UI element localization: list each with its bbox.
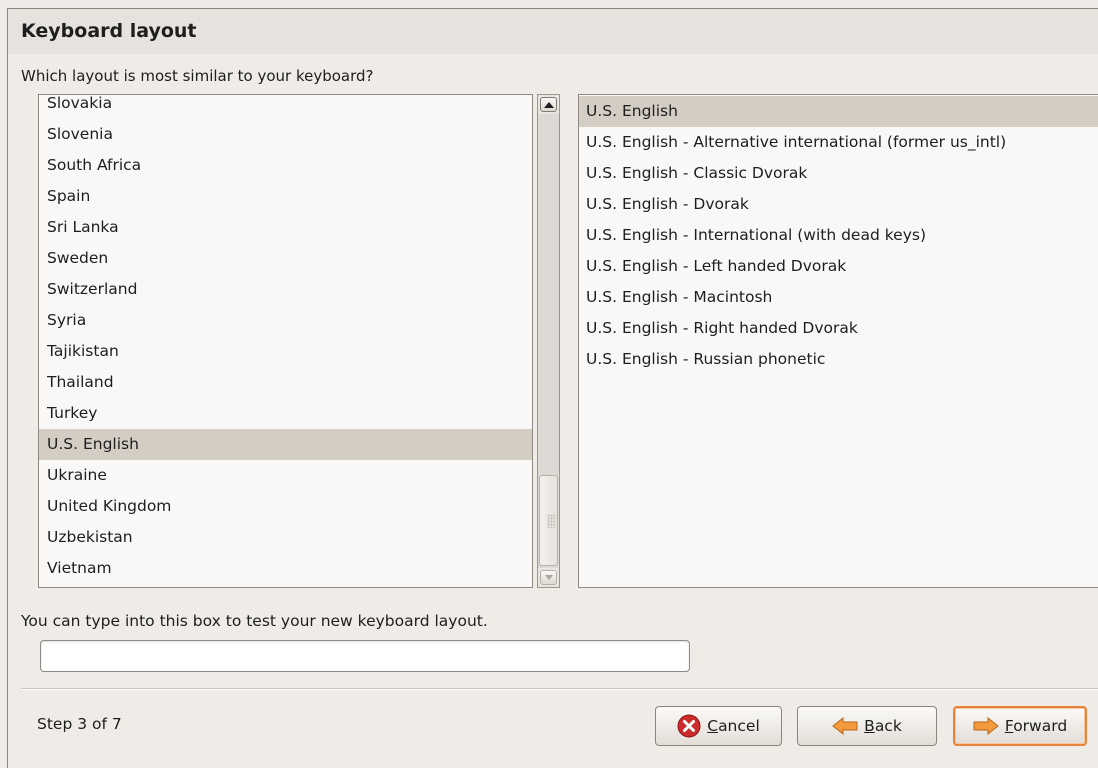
step-indicator: Step 3 of 7: [37, 715, 122, 733]
cancel-label: Cancel: [707, 717, 760, 735]
country-list-item[interactable]: Sri Lanka: [39, 212, 532, 243]
country-list-item[interactable]: Spain: [39, 181, 532, 212]
country-list[interactable]: Slovakia Slovenia South Africa Spain Sri Lan…: [38, 94, 533, 588]
forward-label-rest: orward: [1013, 717, 1068, 735]
variant-list-item[interactable]: U.S. English - Russian phonetic: [579, 344, 1098, 375]
variant-list-item[interactable]: U.S. English - Alternative international…: [579, 127, 1098, 158]
country-list-item[interactable]: South Africa: [39, 150, 532, 181]
country-list-item[interactable]: Vietnam: [39, 553, 532, 584]
grip-icon: [547, 514, 555, 528]
country-list-scrollbar[interactable]: [537, 94, 560, 588]
arrow-right-icon: [973, 716, 999, 736]
separator: [21, 688, 1098, 690]
scroll-down-button[interactable]: [540, 570, 557, 585]
back-label-rest: ack: [874, 717, 902, 735]
page-title: Keyboard layout: [21, 20, 197, 42]
country-list-item[interactable]: U.S. English: [39, 429, 532, 460]
variant-list-item[interactable]: U.S. English - Dvorak: [579, 189, 1098, 220]
scrollbar-thumb[interactable]: [539, 475, 558, 566]
variant-list-item[interactable]: U.S. English - Macintosh: [579, 282, 1098, 313]
variant-list-item[interactable]: U.S. English: [579, 96, 1098, 127]
country-list-item[interactable]: Syria: [39, 305, 532, 336]
cancel-button[interactable]: Cancel: [655, 706, 782, 746]
variant-list-item[interactable]: U.S. English - International (with dead …: [579, 220, 1098, 251]
back-label: Back: [864, 717, 902, 735]
variant-list-item[interactable]: U.S. English - Right handed Dvorak: [579, 313, 1098, 344]
country-list-item[interactable]: Switzerland: [39, 274, 532, 305]
scroll-down-icon: [544, 575, 553, 580]
test-box-label: You can type into this box to test your …: [21, 612, 488, 630]
forward-mnemonic: F: [1004, 717, 1014, 735]
arrow-left-icon: [832, 716, 858, 736]
back-button[interactable]: Back: [797, 706, 937, 746]
forward-label: Forward: [1005, 717, 1067, 735]
scroll-up-button[interactable]: [540, 97, 557, 112]
country-list-item[interactable]: Slovenia: [39, 119, 532, 150]
country-list-item[interactable]: Thailand: [39, 367, 532, 398]
country-list-item[interactable]: Slovakia: [39, 95, 532, 119]
cancel-label-rest: ancel: [718, 717, 760, 735]
country-list-item[interactable]: Tajikistan: [39, 336, 532, 367]
test-input[interactable]: [40, 640, 690, 672]
country-list-item[interactable]: Uzbekistan: [39, 522, 532, 553]
variant-list-item[interactable]: U.S. English - Left handed Dvorak: [579, 251, 1098, 282]
scroll-up-icon: [543, 101, 554, 108]
back-mnemonic: B: [864, 717, 875, 735]
cancel-mnemonic: C: [707, 717, 719, 735]
forward-button[interactable]: Forward: [953, 706, 1087, 746]
country-list-item[interactable]: Turkey: [39, 398, 532, 429]
country-list-item[interactable]: Sweden: [39, 243, 532, 274]
country-list-item[interactable]: United Kingdom: [39, 491, 532, 522]
layout-prompt: Which layout is most similar to your key…: [21, 67, 374, 85]
cancel-icon: [677, 714, 701, 738]
variant-list-item[interactable]: U.S. English - Classic Dvorak: [579, 158, 1098, 189]
country-list-item[interactable]: Ukraine: [39, 460, 532, 491]
variant-list[interactable]: U.S. English U.S. English - Alternative i…: [578, 94, 1098, 588]
